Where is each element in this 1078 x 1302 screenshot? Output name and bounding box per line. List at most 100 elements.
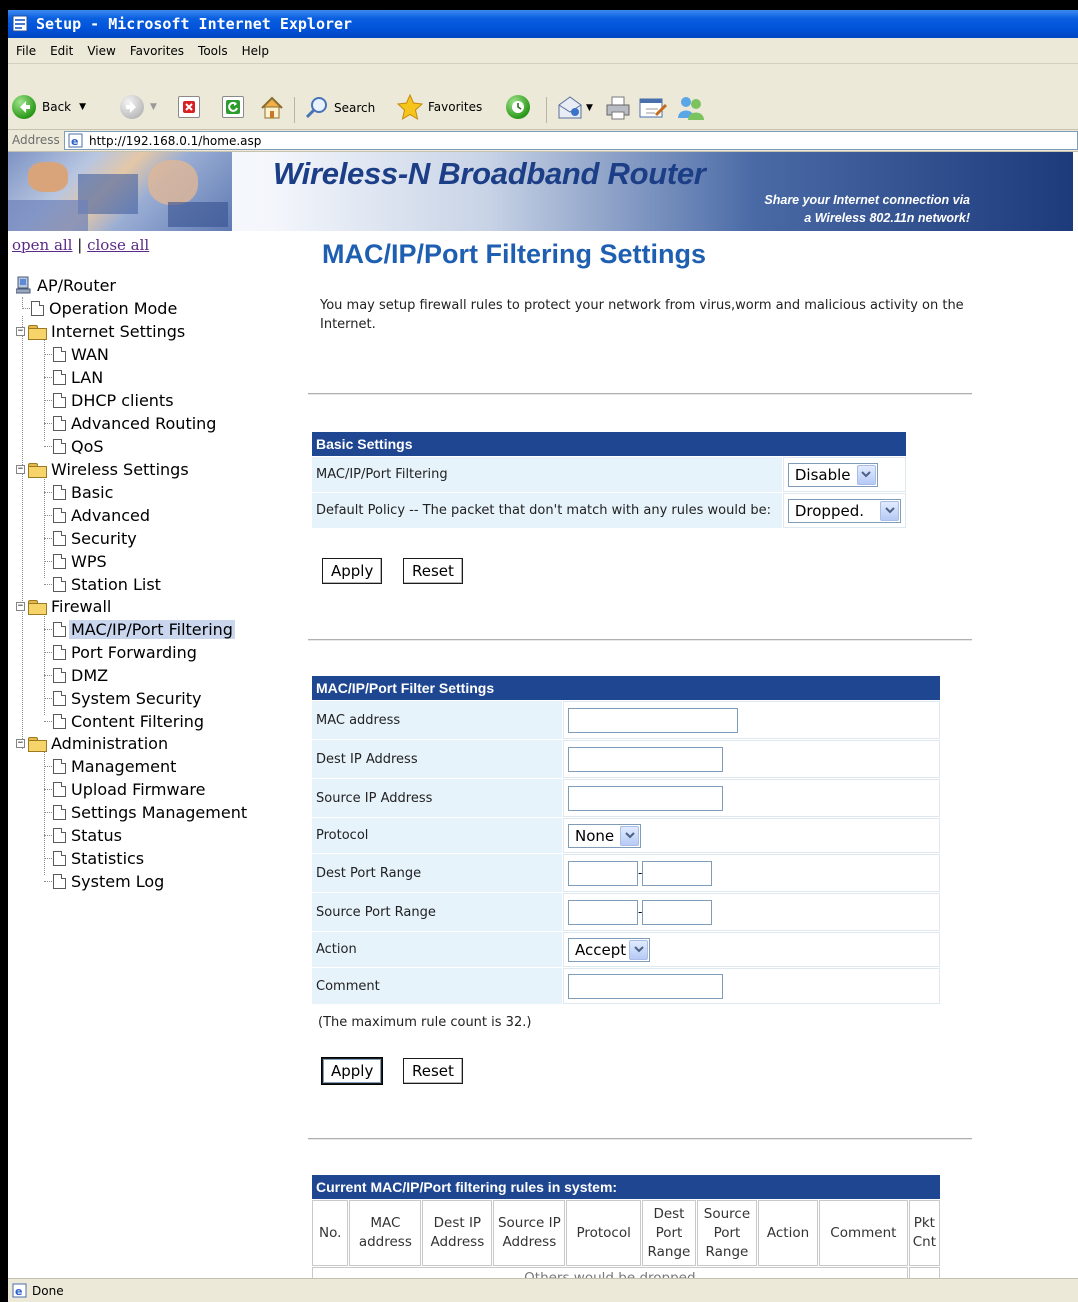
collapse-icon[interactable]: − <box>16 326 25 336</box>
tree-item-firewall[interactable]: − Firewall <box>16 595 113 617</box>
chevron-down-icon <box>620 825 640 846</box>
folder-icon <box>28 324 47 340</box>
tree-item-upload-firmware[interactable]: Upload Firmware <box>44 778 207 800</box>
policy-select[interactable]: Dropped. <box>787 498 901 523</box>
column-header-dest-port: Dest Port Range <box>641 1200 696 1266</box>
menu-tools[interactable]: Tools <box>191 38 235 58</box>
folder-icon <box>28 462 47 478</box>
tree-item-operation-mode[interactable]: Operation Mode <box>22 297 179 319</box>
dest-port-end-input[interactable] <box>642 860 713 886</box>
collapse-icon[interactable]: − <box>16 738 25 748</box>
dropdown-arrow-icon[interactable]: ▼ <box>150 102 157 112</box>
protocol-select[interactable]: None <box>568 823 642 848</box>
back-arrow-icon <box>12 95 36 119</box>
protocol-cell: None <box>563 818 940 853</box>
source-port-end-input[interactable] <box>642 899 713 925</box>
messenger-button[interactable] <box>676 94 706 122</box>
collapse-icon[interactable]: − <box>16 464 25 474</box>
folder-icon <box>28 736 47 752</box>
tree-item-mac-ip-port-filtering[interactable]: MAC/IP/Port Filtering <box>44 618 235 640</box>
tree-item-advanced-routing[interactable]: Advanced Routing <box>44 412 218 434</box>
menu-edit[interactable]: Edit <box>43 38 80 58</box>
stop-button[interactable] <box>178 96 200 118</box>
tree-item-label: QoS <box>71 436 104 456</box>
filtering-select[interactable]: Disable <box>787 462 878 487</box>
dropdown-arrow-icon[interactable]: ▼ <box>79 102 86 112</box>
tree-item-settings-management[interactable]: Settings Management <box>44 801 249 823</box>
tree-item-qos[interactable]: QoS <box>44 435 106 457</box>
collapse-icon[interactable]: − <box>16 601 25 611</box>
tree-item-dmz[interactable]: DMZ <box>44 664 110 686</box>
tree-item-administration[interactable]: − Administration <box>16 732 170 754</box>
document-icon <box>53 804 66 820</box>
tree-item-label: Wireless Settings <box>51 459 189 479</box>
source-port-start-input[interactable] <box>568 899 638 925</box>
dest-ip-input[interactable] <box>568 746 723 772</box>
tree-item-management[interactable]: Management <box>44 755 178 777</box>
tree-connector <box>44 628 52 630</box>
tree-item-label: Internet Settings <box>51 321 186 341</box>
divider <box>308 639 972 641</box>
tree-root[interactable]: AP/Router <box>16 274 118 296</box>
tree-item-dhcp-clients[interactable]: DHCP clients <box>44 389 176 411</box>
print-button[interactable] <box>604 94 632 122</box>
dropdown-arrow-icon[interactable]: ▼ <box>586 103 593 113</box>
forward-button[interactable]: ▼ <box>120 95 157 119</box>
comment-input[interactable] <box>568 973 723 999</box>
document-icon <box>53 576 66 592</box>
banner-tagline: Share your Internet connection via a Wir… <box>764 191 970 227</box>
tree-connector <box>44 514 52 516</box>
tree-connector <box>44 583 52 585</box>
max-rule-note: (The maximum rule count is 32.) <box>318 1015 532 1030</box>
tree-item-internet-settings[interactable]: − Internet Settings <box>16 320 187 342</box>
filter-apply-button[interactable]: Apply <box>320 1057 384 1085</box>
tree-item-security[interactable]: Security <box>44 527 139 549</box>
tree-item-status[interactable]: Status <box>44 824 124 846</box>
tree-item-system-security[interactable]: System Security <box>44 687 203 709</box>
favorites-button[interactable]: Favorites <box>396 93 482 121</box>
tree-item-port-forwarding[interactable]: Port Forwarding <box>44 641 199 663</box>
intro-text: You may setup firewall rules to protect … <box>320 298 964 332</box>
history-button[interactable] <box>506 95 530 119</box>
mac-address-input[interactable] <box>568 707 738 733</box>
tree-item-wps[interactable]: WPS <box>44 550 109 572</box>
tree-item-lan[interactable]: LAN <box>44 366 105 388</box>
home-button[interactable] <box>258 94 286 122</box>
tree-item-wireless-settings[interactable]: − Wireless Settings <box>16 458 191 480</box>
open-all-link[interactable]: open all <box>12 236 72 254</box>
address-field[interactable]: e http://192.168.0.1/home.asp <box>64 131 1078 150</box>
column-header-comment: Comment <box>819 1200 908 1266</box>
dest-port-start-input[interactable] <box>568 860 638 886</box>
close-all-link[interactable]: close all <box>87 236 149 254</box>
tree-item-basic[interactable]: Basic <box>44 481 115 503</box>
source-ip-input[interactable] <box>568 785 723 811</box>
tree-item-statistics[interactable]: Statistics <box>44 847 146 869</box>
tree-item-wan[interactable]: WAN <box>44 343 111 365</box>
basic-reset-button[interactable]: Reset <box>403 558 463 584</box>
back-button[interactable]: Back ▼ <box>12 95 86 119</box>
tree-item-station-list[interactable]: Station List <box>44 573 163 595</box>
menu-file[interactable]: File <box>8 38 43 58</box>
edit-button[interactable] <box>638 95 668 121</box>
tree-item-advanced[interactable]: Advanced <box>44 504 152 526</box>
search-button[interactable]: Search <box>304 95 375 121</box>
mail-button[interactable]: ▼ <box>556 95 593 121</box>
banner-photo <box>8 152 232 231</box>
filter-reset-button[interactable]: Reset <box>403 1058 463 1084</box>
policy-cell: Dropped. <box>782 493 906 528</box>
menu-favorites[interactable]: Favorites <box>123 38 191 58</box>
refresh-icon <box>222 96 244 118</box>
tree-item-content-filtering[interactable]: Content Filtering <box>44 710 206 732</box>
menu-help[interactable]: Help <box>235 38 276 58</box>
others-row-cnt <box>908 1267 940 1278</box>
document-icon <box>53 644 66 660</box>
print-icon <box>606 96 630 120</box>
menu-view[interactable]: View <box>80 38 122 58</box>
action-select[interactable]: Accept <box>568 937 651 962</box>
refresh-button[interactable] <box>222 96 244 118</box>
tree-connector <box>44 422 52 424</box>
tree-item-system-log[interactable]: System Log <box>44 870 166 892</box>
tree-item-label: Content Filtering <box>71 711 205 731</box>
basic-apply-button[interactable]: Apply <box>322 558 383 584</box>
source-ip-cell <box>563 779 940 817</box>
